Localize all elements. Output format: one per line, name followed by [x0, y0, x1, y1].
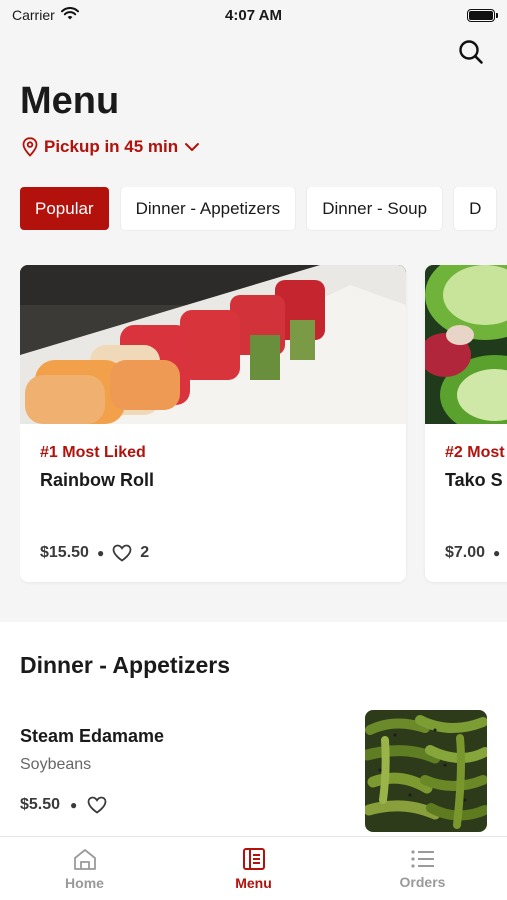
- category-chip-dinner-soup[interactable]: Dinner - Soup: [307, 187, 443, 230]
- tab-orders[interactable]: Orders: [338, 837, 507, 900]
- separator-dot: ●: [96, 546, 105, 560]
- featured-card[interactable]: #1 Most Liked Rainbow Roll $15.50 ● 2: [20, 265, 406, 582]
- edamame-photo: [365, 710, 487, 832]
- status-left: Carrier: [12, 7, 79, 23]
- tab-home[interactable]: Home: [0, 837, 169, 900]
- list-icon: [410, 849, 434, 868]
- item-name: Steam Edamame: [20, 726, 165, 746]
- bottom-tab-bar: Home Menu Orders: [0, 836, 507, 900]
- card-rank: #2 Most: [445, 444, 505, 461]
- heart-icon[interactable]: [87, 796, 107, 814]
- card-rank: #1 Most Liked: [40, 444, 146, 461]
- carrier-label: Carrier: [12, 7, 55, 23]
- card-name: Rainbow Roll: [40, 470, 154, 490]
- rainbow-roll-photo: [20, 265, 406, 424]
- location-pin-icon: [22, 137, 38, 157]
- tab-label: Menu: [235, 874, 272, 891]
- status-bar: Carrier 4:07 AM: [0, 0, 507, 30]
- menu-book-icon: [242, 847, 265, 870]
- tab-menu[interactable]: Menu: [169, 837, 338, 900]
- clock: 4:07 AM: [225, 6, 282, 24]
- chevron-down-icon: [185, 143, 200, 151]
- tab-label: Orders: [399, 873, 446, 890]
- featured-carousel: #1 Most Liked Rainbow Roll $15.50 ● 2 #2…: [20, 265, 507, 585]
- category-chip-popular[interactable]: Popular: [20, 187, 109, 230]
- battery-icon: [467, 8, 498, 22]
- pickup-time-selector[interactable]: Pickup in 45 min: [22, 137, 200, 157]
- item-meta: $5.50 ●: [20, 796, 107, 814]
- separator-dot: ●: [493, 546, 501, 560]
- card-name: Tako S: [445, 470, 503, 490]
- item-price: $5.50: [20, 796, 61, 813]
- heart-icon[interactable]: [112, 544, 132, 562]
- tab-label: Home: [65, 874, 104, 891]
- card-price: $7.00: [445, 544, 486, 561]
- home-icon: [73, 848, 96, 870]
- item-description: Soybeans: [20, 756, 92, 773]
- separator-dot: ●: [70, 798, 78, 812]
- card-meta: $15.50 ● 2: [40, 544, 149, 562]
- pickup-label: Pickup in 45 min: [44, 137, 179, 156]
- search-button[interactable]: [455, 36, 487, 68]
- featured-card[interactable]: #2 Most Tako S $7.00 ●: [425, 265, 507, 582]
- menu-item[interactable]: Steam Edamame Soybeans $5.50 ●: [0, 710, 507, 840]
- section-title: Dinner - Appetizers: [20, 652, 231, 678]
- card-meta: $7.00 ●: [445, 544, 500, 562]
- category-tabs: Popular Dinner - Appetizers Dinner - Sou…: [20, 187, 507, 231]
- card-price: $15.50: [40, 544, 89, 561]
- menu-section: Dinner - Appetizers Steam Edamame Soybea…: [0, 622, 507, 842]
- tako-photo: [425, 265, 507, 424]
- card-body: #2 Most Tako S $7.00 ●: [425, 424, 507, 582]
- page-title: Menu: [20, 80, 120, 122]
- category-chip-dinner-appetizers[interactable]: Dinner - Appetizers: [120, 187, 296, 230]
- card-body: #1 Most Liked Rainbow Roll $15.50 ● 2: [20, 424, 406, 582]
- wifi-icon: [60, 7, 79, 23]
- search-icon: [459, 40, 483, 64]
- like-count: 2: [140, 544, 150, 561]
- category-chip-next[interactable]: D: [454, 187, 497, 230]
